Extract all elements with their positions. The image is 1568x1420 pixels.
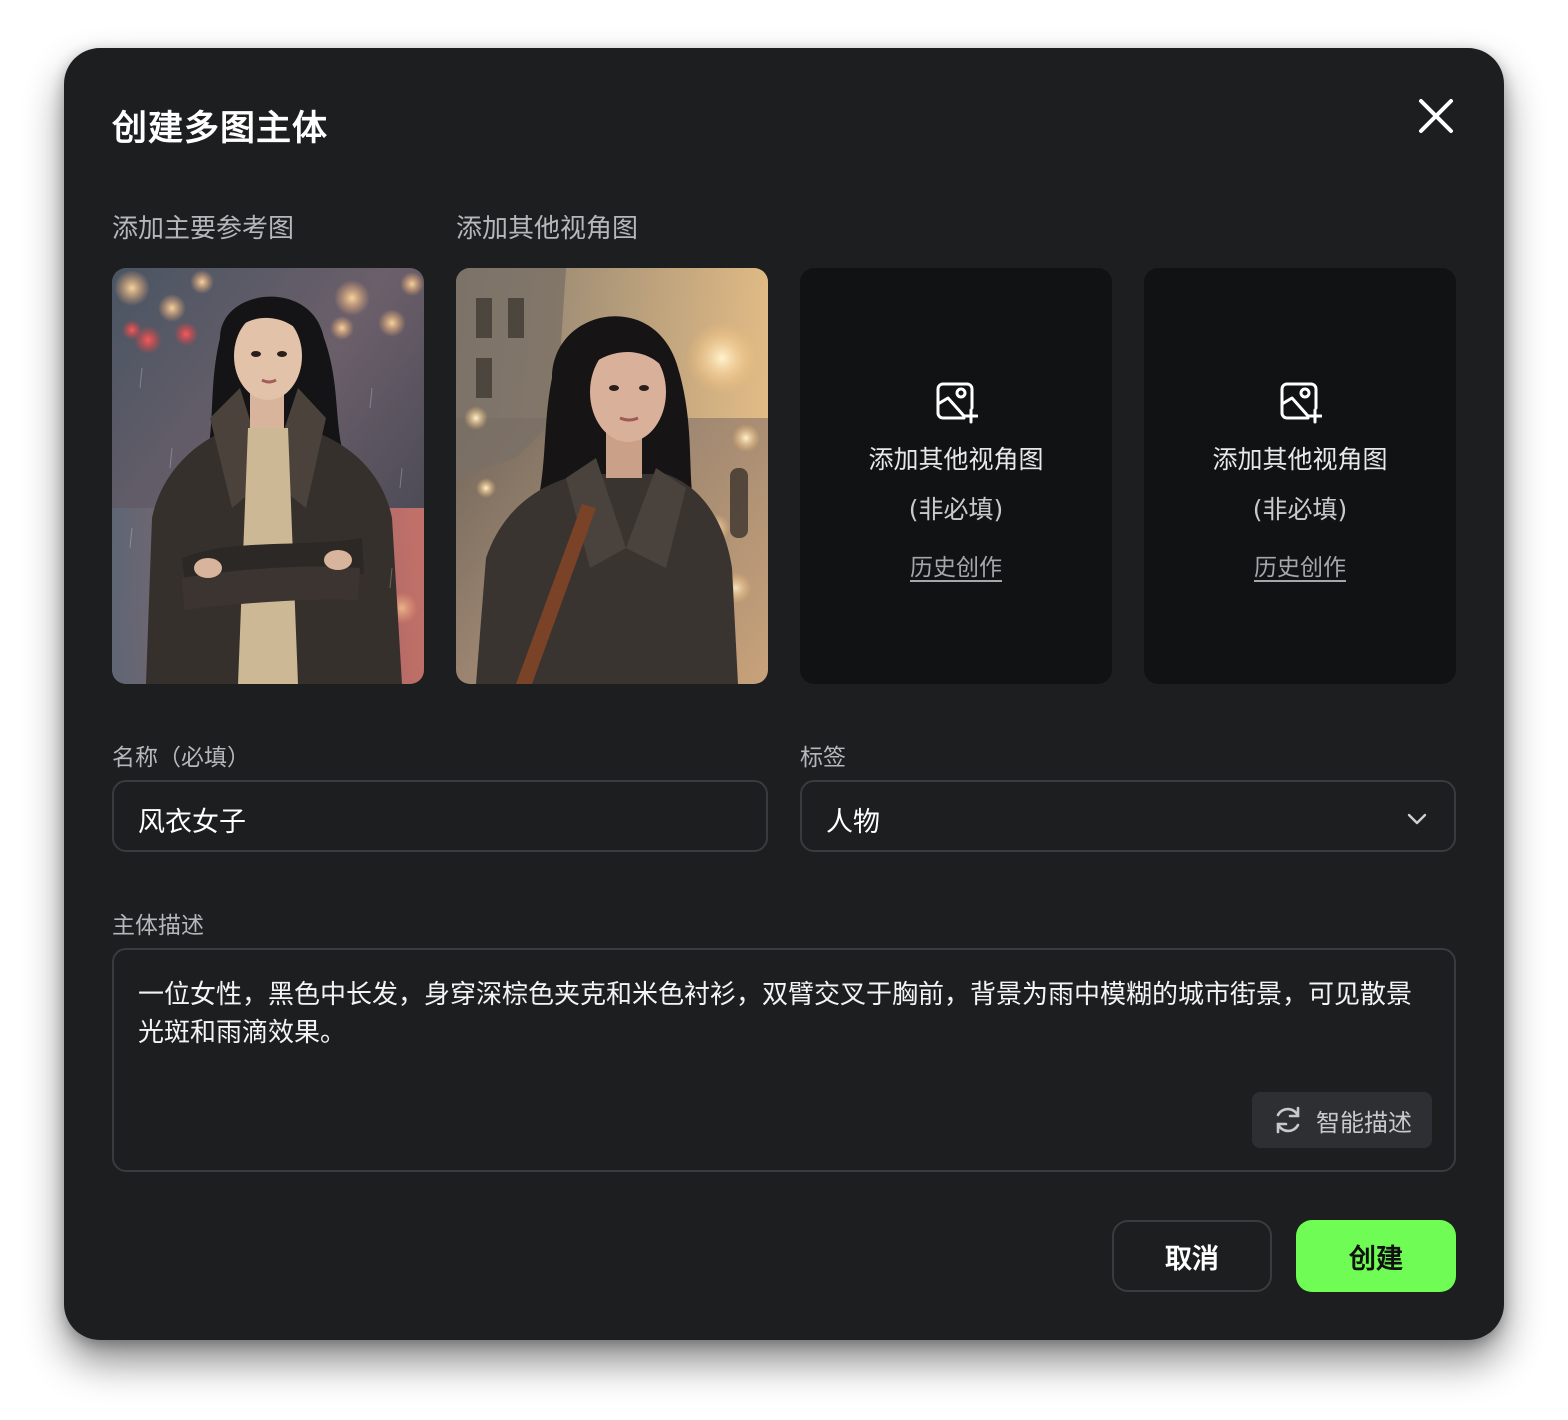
main-reference-image[interactable] bbox=[112, 268, 424, 684]
other-view-image[interactable] bbox=[456, 268, 768, 684]
smart-describe-button[interactable]: 智能描述 bbox=[1252, 1092, 1432, 1148]
slot-subtitle: (非必填) bbox=[1252, 495, 1348, 524]
add-view-slot-1[interactable]: 添加其他视角图 (非必填) 历史创作 bbox=[800, 268, 1112, 684]
slot-title: 添加其他视角图 bbox=[868, 445, 1044, 474]
chevron-down-icon bbox=[1407, 813, 1427, 825]
close-button[interactable] bbox=[1416, 96, 1456, 136]
add-image-icon bbox=[1280, 382, 1322, 424]
slot-title: 添加其他视角图 bbox=[1212, 445, 1388, 474]
description-value: 一位女性，黑色中长发，身穿深棕色夹克和米色衬衫，双臂交叉于胸前，背景为雨中模糊的… bbox=[138, 980, 1413, 1048]
cancel-button[interactable]: 取消 bbox=[1112, 1220, 1272, 1292]
name-input[interactable]: 风衣女子 bbox=[112, 780, 768, 852]
slot-subtitle: (非必填) bbox=[908, 495, 1004, 524]
create-button[interactable]: 创建 bbox=[1296, 1220, 1456, 1292]
tag-label: 标签 bbox=[800, 745, 846, 771]
tag-value: 人物 bbox=[826, 807, 880, 838]
name-value: 风衣女子 bbox=[138, 807, 246, 838]
tag-select[interactable]: 人物 bbox=[800, 780, 1456, 852]
dialog-title: 创建多图主体 bbox=[112, 109, 329, 149]
description-label: 主体描述 bbox=[112, 913, 204, 939]
smart-describe-label: 智能描述 bbox=[1316, 1108, 1412, 1137]
description-textarea[interactable]: 一位女性，黑色中长发，身穿深棕色夹克和米色衬衫，双臂交叉于胸前，背景为雨中模糊的… bbox=[112, 948, 1456, 1172]
close-icon bbox=[1419, 99, 1453, 133]
history-link[interactable]: 历史创作 bbox=[1254, 548, 1346, 582]
create-subject-dialog: 创建多图主体 添加主要参考图 添加其他视角图 添加其他视角图 (非必填) 历史创… bbox=[64, 48, 1504, 1340]
add-image-icon bbox=[936, 382, 978, 424]
name-label: 名称（必填） bbox=[112, 745, 250, 771]
other-view-label: 添加其他视角图 bbox=[456, 214, 639, 244]
refresh-icon bbox=[1276, 1106, 1300, 1134]
history-link[interactable]: 历史创作 bbox=[910, 548, 1002, 582]
main-reference-label: 添加主要参考图 bbox=[112, 214, 295, 244]
add-view-slot-2[interactable]: 添加其他视角图 (非必填) 历史创作 bbox=[1144, 268, 1456, 684]
